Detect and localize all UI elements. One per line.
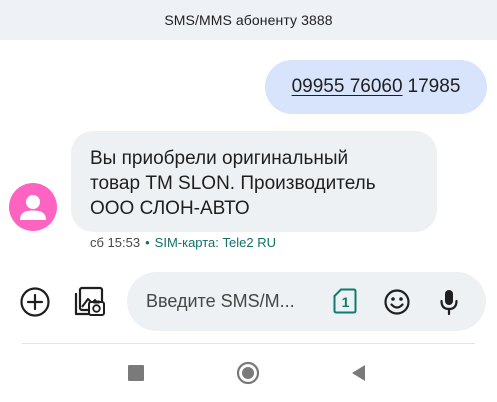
nav-divider	[22, 343, 475, 344]
add-circle-icon	[20, 287, 50, 317]
recents-square-icon[interactable]	[128, 365, 144, 381]
back-triangle-icon[interactable]	[348, 362, 370, 384]
sim-slot-number: 1	[342, 294, 350, 310]
add-attachment-button[interactable]	[17, 284, 53, 320]
sim-card-icon: 1	[333, 288, 357, 314]
outgoing-message-bubble[interactable]: 09955 76060 17985	[265, 60, 487, 114]
home-circle-icon[interactable]	[236, 361, 260, 385]
mic-icon	[440, 290, 458, 316]
incoming-message-bubble[interactable]: Вы приобрели оригинальный товар ТМ SLON.…	[71, 131, 437, 232]
sender-avatar[interactable]	[9, 183, 57, 231]
gallery-button[interactable]	[70, 282, 108, 320]
message-text-rest: 17985	[407, 76, 461, 97]
conversation-header: SMS/MMS абоненту 3888	[0, 0, 497, 40]
composer-bar: Введите SMS/M... 1	[0, 270, 497, 332]
message-input[interactable]: Введите SMS/M... 1	[127, 272, 486, 331]
message-line: Вы приобрели оригинальный	[90, 148, 349, 169]
conversation-title[interactable]: SMS/MMS абоненту 3888	[164, 12, 332, 28]
sim-select-button[interactable]: 1	[333, 288, 357, 314]
message-meta: сб 15:53 • SIM-карта: Tele2 RU	[90, 235, 276, 250]
phone-number-link[interactable]: 09955 76060	[292, 76, 403, 98]
message-line: товар ТМ SLON. Производитель	[90, 173, 376, 194]
sim-label: SIM-карта: Tele2 RU	[154, 235, 276, 250]
gallery-icon	[74, 286, 105, 316]
person-icon	[20, 195, 46, 220]
emoji-button[interactable]	[382, 287, 412, 317]
voice-input-button[interactable]	[435, 287, 463, 317]
message-line: ООО СЛОН-АВТО	[90, 198, 250, 219]
message-timestamp: сб 15:53	[90, 235, 141, 250]
message-input-placeholder: Введите SMS/M...	[146, 291, 295, 311]
system-navigation-bar	[0, 345, 497, 402]
meta-separator: •	[145, 235, 150, 250]
emoji-icon	[384, 289, 410, 315]
